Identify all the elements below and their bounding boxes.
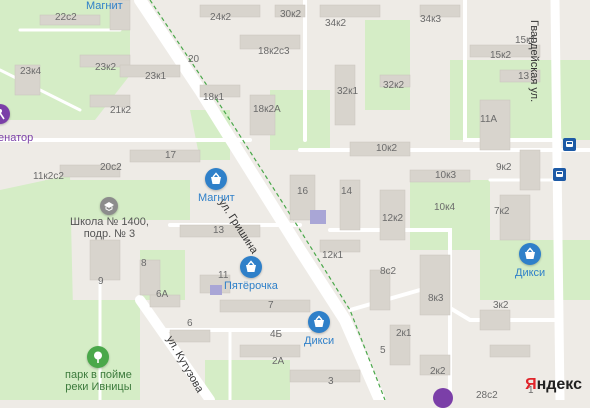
shopping-basket-icon: [205, 168, 228, 190]
house-number: 8с2: [380, 266, 397, 277]
purple-building: [210, 285, 222, 295]
poi-diksi-bottom[interactable]: Дикси: [304, 311, 334, 347]
house-number: 13: [518, 71, 530, 82]
house-number: 6А: [156, 289, 169, 300]
house-number: 21к2: [110, 105, 132, 116]
house-number: 24к2: [210, 12, 232, 23]
house-number: 6: [187, 318, 193, 329]
house-number: 12к1: [322, 250, 344, 261]
house-number: 5: [380, 345, 386, 356]
poi-label: Дикси: [515, 267, 546, 279]
house-number: 18к2А: [253, 104, 281, 115]
house-number: 16: [297, 186, 309, 197]
house-number: 14: [341, 186, 353, 197]
purple-building: [310, 210, 326, 224]
house-number: 2к1: [396, 328, 412, 339]
house-number: 9к2: [496, 162, 512, 173]
house-number: 10к4: [434, 202, 456, 213]
bus-stop-icon[interactable]: [563, 138, 576, 151]
house-number: 2к2: [430, 366, 446, 377]
poi-senator[interactable]: [0, 104, 10, 124]
bus-stop-icon[interactable]: [553, 168, 566, 181]
poi-park[interactable]: парк в пойме реки Ивницы: [65, 346, 132, 393]
school-icon: [100, 197, 119, 215]
tree-icon: [87, 346, 110, 368]
house-number: 10к2: [376, 143, 398, 154]
poi-magnit[interactable]: Магнит: [198, 168, 235, 204]
house-number: 23к4: [20, 66, 42, 77]
yandex-logo: Яндекс: [525, 376, 582, 394]
poi-diksi-right[interactable]: Дикси: [515, 243, 545, 279]
poi-school[interactable]: Школа № 1400, подр. № 3: [70, 197, 149, 240]
house-number: 30к2: [280, 9, 302, 20]
poi-icon: [0, 104, 10, 124]
house-number: 20: [188, 54, 200, 65]
poi-icon[interactable]: [433, 388, 453, 408]
house-number: 22с2: [55, 12, 77, 23]
shopping-basket-icon: [239, 256, 262, 278]
house-number: 7: [268, 300, 274, 311]
shopping-basket-icon: [308, 311, 331, 333]
house-number: 11А: [480, 114, 498, 125]
poi-label: Дикси: [304, 335, 335, 347]
house-number: 34к2: [325, 18, 347, 29]
house-number: 3: [328, 376, 334, 387]
poi-label: Магнит: [86, 0, 123, 12]
poi-label: Магнит: [198, 192, 235, 204]
poi-label-senator: енатор: [0, 132, 34, 144]
house-number: 10к3: [435, 170, 457, 181]
poi-label: подр. № 3: [83, 228, 136, 240]
house-number: 18к2с3: [258, 46, 290, 57]
house-number: 23к2: [95, 62, 117, 73]
house-number: 28с2: [476, 390, 498, 401]
yandex-logo-y: Я: [525, 376, 537, 393]
house-number: 11к2с2: [33, 171, 64, 182]
house-number: 32к1: [337, 86, 359, 97]
poi-label: реки Ивницы: [65, 381, 132, 393]
poi-label: Школа № 1400,: [70, 216, 149, 228]
house-number: 17: [165, 150, 177, 161]
house-number: 4Б: [270, 329, 283, 340]
house-number: 23к1: [145, 71, 167, 82]
house-number: 3к2: [493, 300, 509, 311]
house-number: 8: [141, 258, 147, 269]
poi-label: парк в пойме: [65, 369, 132, 381]
house-number: 8к3: [428, 293, 444, 304]
house-number: 32к2: [383, 80, 405, 91]
poi-pyaterochka[interactable]: Пятёрочка: [224, 256, 278, 292]
poi-magnit-top[interactable]: Магнит: [86, 0, 123, 12]
yandex-logo-rest: ндекс: [536, 376, 582, 393]
house-number: 13: [213, 225, 225, 236]
house-number: 7к2: [494, 206, 510, 217]
house-number: 18к1: [203, 92, 225, 103]
house-number: 15к2: [490, 50, 512, 61]
house-number: 20с2: [100, 162, 122, 173]
house-number: 15к1: [515, 35, 537, 46]
house-number: 12к2: [382, 213, 404, 224]
house-number: 34к3: [420, 14, 442, 25]
street-label-gvardeiskaya: Гвардейская ул.: [528, 20, 540, 103]
house-number: 9: [98, 276, 104, 287]
shopping-basket-icon: [519, 243, 542, 265]
poi-label: Пятёрочка: [224, 280, 278, 292]
house-number: 2А: [272, 356, 285, 367]
